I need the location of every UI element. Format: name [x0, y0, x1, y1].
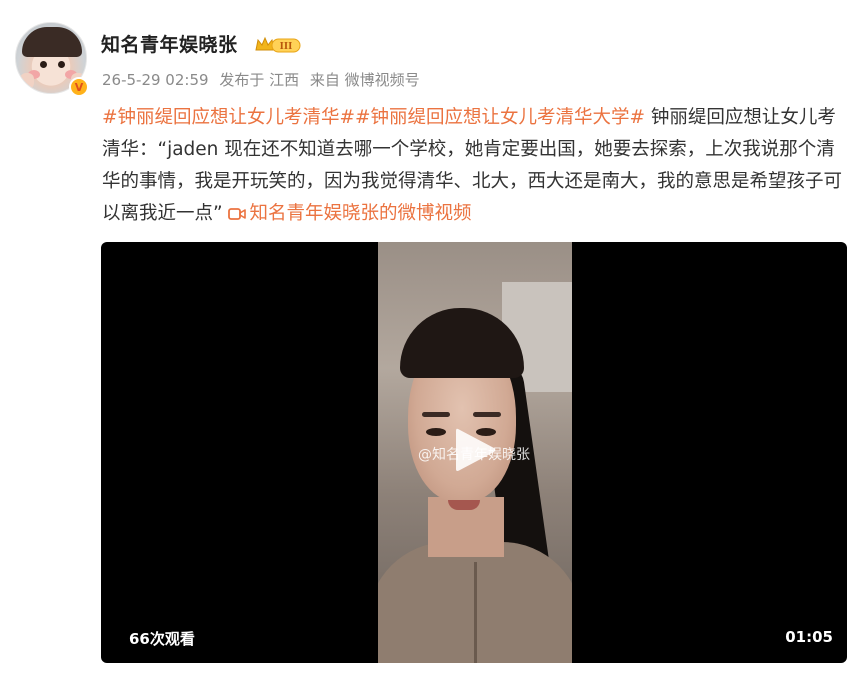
video-player[interactable]: @知名青年娱晓张 66次观看 01:05	[101, 242, 847, 663]
video-link-label: 知名青年娱晓张的微博视频	[249, 203, 472, 224]
post-meta: 26-5-29 02:59 发布于 江西 来自 微博视频号	[102, 69, 426, 90]
verified-badge-icon: V	[69, 77, 89, 97]
avatar[interactable]: V	[15, 22, 91, 98]
topic-link-1[interactable]: #钟丽缇回应想让女儿考清华#	[102, 107, 355, 128]
level-badge-text: III	[280, 42, 293, 52]
post-time[interactable]: 26-5-29 02:59	[102, 71, 209, 89]
video-camera-icon	[228, 208, 247, 220]
view-count: 66次观看	[129, 630, 195, 648]
author-name[interactable]: 知名青年娱晓张	[101, 30, 238, 57]
crown-level-icon[interactable]: III	[254, 35, 304, 55]
video-duration: 01:05	[785, 628, 833, 646]
weibo-post: V 知名青年娱晓张 III 26-5-29 02:59 发布于 江西 来自 微博…	[0, 0, 864, 673]
post-source[interactable]: 来自 微博视频号	[310, 71, 420, 89]
post-content: #钟丽缇回应想让女儿考清华##钟丽缇回应想让女儿考清华大学# 钟丽缇回应想让女儿…	[102, 102, 844, 230]
play-icon[interactable]	[452, 425, 498, 475]
video-link[interactable]: 知名青年娱晓张的微博视频	[228, 203, 471, 224]
topic-link-2[interactable]: #钟丽缇回应想让女儿考清华大学#	[355, 107, 645, 128]
post-location: 发布于 江西	[219, 71, 300, 89]
